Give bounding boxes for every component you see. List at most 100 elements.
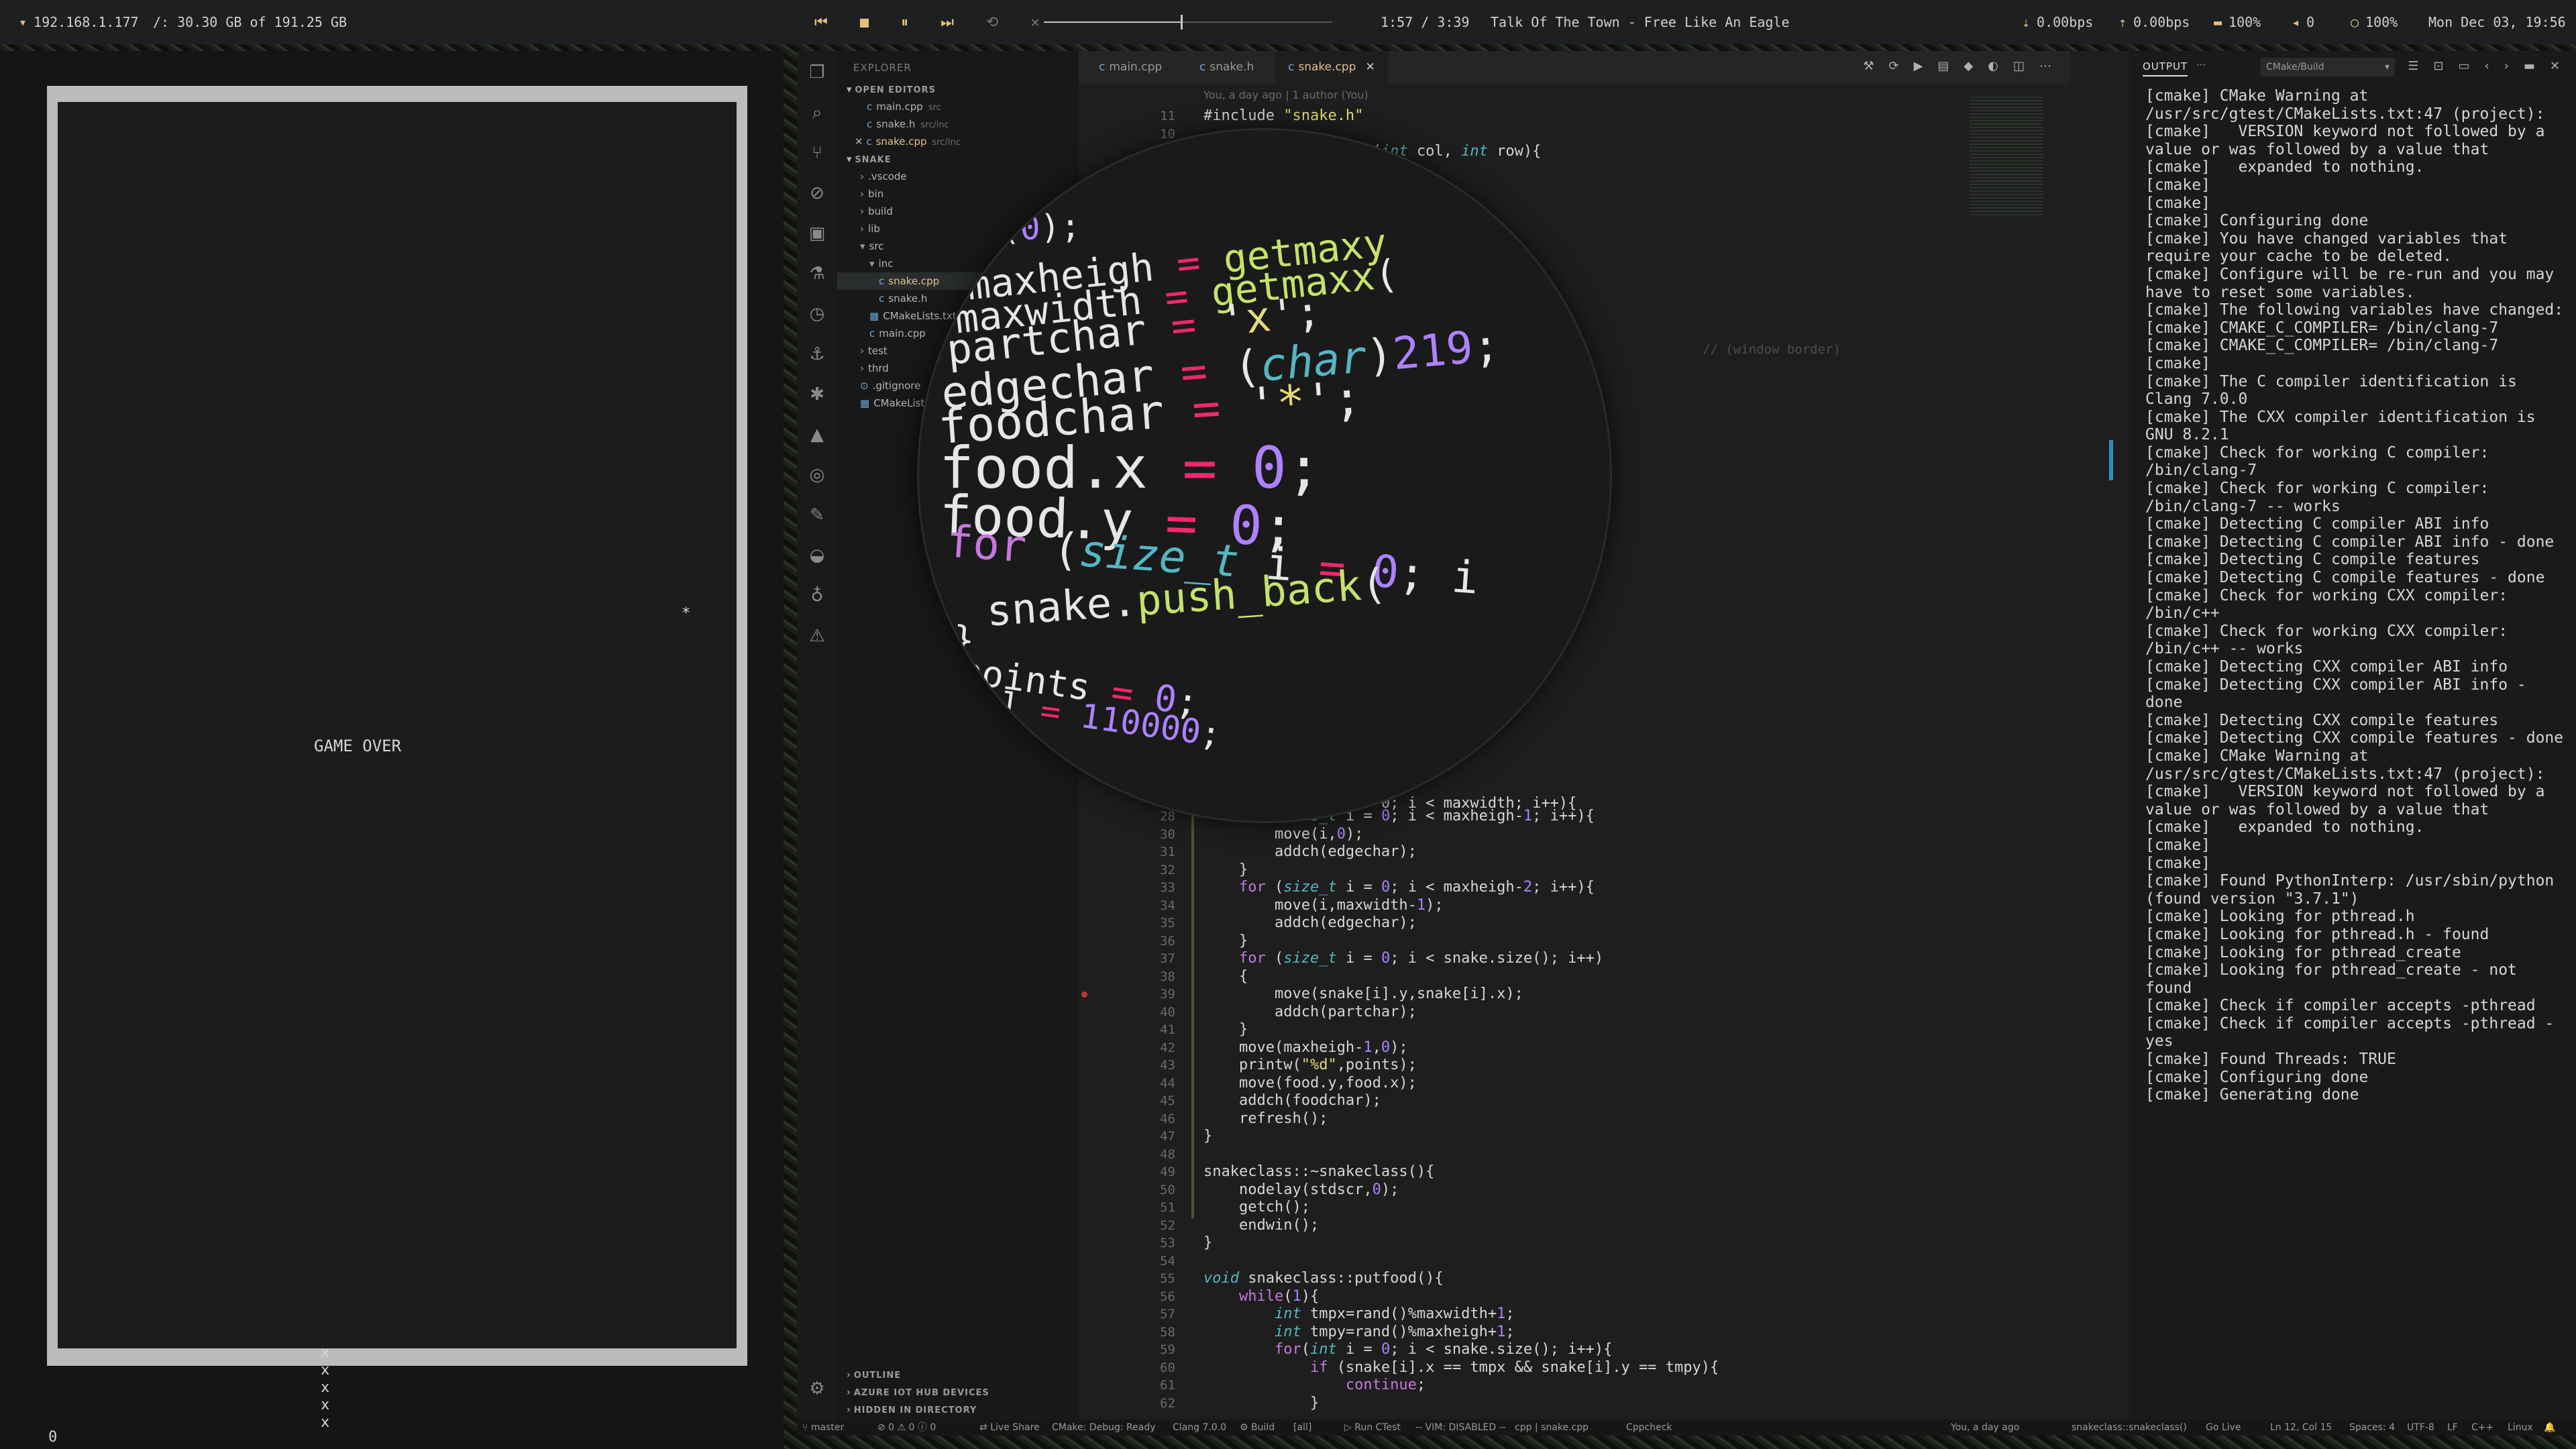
live-share-icon[interactable]: ⟳ xyxy=(1888,59,1898,73)
debug-icon[interactable]: ⊘ xyxy=(806,182,828,204)
tree-folder[interactable]: › build xyxy=(837,203,893,220)
clear-output-icon[interactable]: ▭ xyxy=(2458,59,2469,73)
tree-file[interactable]: c main.cpp xyxy=(837,325,926,342)
close-panel-icon[interactable]: ✕ xyxy=(2550,59,2560,73)
terminal-window[interactable]: * GAME OVER xxxxx 0 xyxy=(0,51,784,1449)
tree-file[interactable]: c snake.h xyxy=(837,290,927,307)
minimap[interactable] xyxy=(1970,97,2043,217)
line-number: 35 xyxy=(1160,916,1175,930)
list-filter-icon[interactable]: ☰ xyxy=(2408,59,2418,73)
volume[interactable]: ◂ 0 xyxy=(2292,0,2314,44)
cmake-status[interactable]: CMake: Debug: Ready xyxy=(1052,1419,1156,1436)
output-line: [cmake] Check for working CXX compiler: xyxy=(2145,586,2508,604)
remote-icon[interactable]: ◎ xyxy=(806,464,828,486)
preview-icon[interactable]: ◐ xyxy=(1988,59,1998,73)
maximize-panel-icon[interactable]: ▬ xyxy=(2524,59,2535,73)
tree-folder[interactable]: › thrd xyxy=(837,360,889,377)
explorer-icon[interactable]: ❐ xyxy=(806,62,828,83)
problems-counter[interactable]: ⊘ 0 ⚠ 0 ⓘ 0 xyxy=(877,1419,936,1436)
open-editors-label: OPEN EDITORS xyxy=(855,85,936,95)
more-actions-icon[interactable]: ⋯ xyxy=(2039,59,2051,73)
tree-folder[interactable]: › bin xyxy=(837,185,883,203)
shuffle-icon[interactable]: ✕ xyxy=(1030,14,1039,31)
scrollbar-marker[interactable] xyxy=(2109,440,2113,480)
extensions-icon[interactable]: ▣ xyxy=(806,223,828,244)
tree-folder[interactable]: › test xyxy=(837,342,888,360)
blame-status[interactable]: You, a day ago xyxy=(1951,1419,2019,1436)
pause-icon[interactable]: ⏸ xyxy=(901,14,908,31)
hidden-directory-section[interactable]: › HIDDEN IN DIRECTORY xyxy=(837,1401,977,1418)
bug-icon[interactable]: ✱ xyxy=(806,384,828,405)
language-mode[interactable]: C++ xyxy=(2471,1419,2493,1436)
run-icon[interactable]: ▶ xyxy=(1914,59,1923,73)
chevron-right-icon[interactable]: › xyxy=(2504,59,2509,73)
cmake-kit[interactable]: Clang 7.0.0 xyxy=(1173,1419,1226,1436)
indentation[interactable]: Spaces: 4 xyxy=(2349,1419,2395,1436)
track-progress-bar[interactable] xyxy=(1044,15,1332,30)
code-text: if (snake[i].x == tmpx && snake[i].y == … xyxy=(1309,1358,1719,1376)
source-control-icon[interactable]: ⑂ xyxy=(806,142,828,164)
live-share-button[interactable]: ⇄ Live Share xyxy=(979,1419,1040,1436)
tree-file[interactable]: ⊙ .gitignore xyxy=(837,377,920,394)
tree-folder[interactable]: › .vscode xyxy=(837,168,907,185)
code-text: move(snake[i].y,snake[i].x); xyxy=(1203,985,1523,1002)
compare-icon[interactable]: ◆ xyxy=(1964,59,1973,73)
anchor-icon[interactable]: ⚓ xyxy=(806,343,828,365)
panel-header: OUTPUT ··· CMake/Build ▾ ☰ ⊡ ▭ ‹ › ▬ ✕ xyxy=(2129,51,2576,83)
cmake-icon[interactable]: ▲ xyxy=(806,424,828,445)
breakpoint-icon[interactable] xyxy=(1081,991,1087,998)
test-icon[interactable]: ⚗ xyxy=(806,263,828,284)
go-live-button[interactable]: Go Live xyxy=(2206,1419,2241,1436)
history-icon[interactable]: ◷ xyxy=(806,303,828,325)
next-icon[interactable]: ⏭ xyxy=(941,14,954,31)
tree-file[interactable]: ▦ CMakeLists.txt xyxy=(837,307,957,325)
output-log[interactable]: [cmake] CMake Warning at/usr/src/gtest/C… xyxy=(2129,83,2576,1419)
outline-section[interactable]: › OUTLINE xyxy=(837,1366,901,1383)
settings-gear-icon[interactable]: ⚙ xyxy=(806,1378,828,1399)
git-branch[interactable]: ⑂ master xyxy=(802,1419,844,1436)
panel-more-button[interactable]: ··· xyxy=(2196,59,2206,71)
split-editor-icon[interactable]: ◫ xyxy=(2013,59,2025,73)
build-target[interactable]: [all] xyxy=(1293,1419,1311,1436)
search-icon[interactable]: ⌕ xyxy=(806,102,828,123)
code-line: 38 { xyxy=(1079,968,2018,986)
pin-icon[interactable]: ⚒ xyxy=(1863,59,1874,73)
repeat-icon[interactable]: ⟲ xyxy=(986,14,998,31)
output-channel-select[interactable]: CMake/Build ▾ xyxy=(2261,58,2395,76)
project-header[interactable]: ▾ SNAKE xyxy=(837,150,892,168)
language-file[interactable]: cpp | snake.cpp xyxy=(1515,1419,1589,1436)
game-border xyxy=(47,86,747,1366)
previous-icon[interactable]: ⏮ xyxy=(814,14,828,31)
tab-snake-cpp[interactable]: c snake.cpp ✕ xyxy=(1275,51,1389,83)
chevron-left-icon[interactable]: ‹ xyxy=(2484,59,2489,73)
lock-icon[interactable]: ⊡ xyxy=(2433,59,2443,73)
open-editor-item[interactable]: c main.cpp src xyxy=(837,98,941,115)
track-progress-knob[interactable] xyxy=(1181,15,1183,30)
tree-folder[interactable]: ▾ src xyxy=(837,237,883,255)
tab-snake-h[interactable]: c snake.h xyxy=(1186,51,1267,83)
tab-main-cpp[interactable]: c main.cpp xyxy=(1085,51,1175,83)
cursor-position[interactable]: Ln 12, Col 15 xyxy=(2270,1419,2332,1436)
warning-icon[interactable]: ⚠ xyxy=(806,625,828,647)
run-ctest-button[interactable]: ▷ Run CTest xyxy=(1344,1419,1401,1436)
tree-folder[interactable]: › lib xyxy=(837,220,880,237)
cppcheck-button[interactable]: Cppcheck xyxy=(1626,1419,1672,1436)
diff-icon[interactable]: ▤ xyxy=(1937,59,1949,73)
azure-iot-section[interactable]: › AZURE IOT HUB DEVICES xyxy=(837,1383,989,1401)
notes-icon[interactable]: ✎ xyxy=(806,504,828,526)
end-of-line[interactable]: LF xyxy=(2447,1419,2458,1436)
build-button[interactable]: ⚙ Build xyxy=(1240,1419,1275,1436)
output-line: found xyxy=(2145,979,2192,997)
profiler-icon[interactable]: ♁ xyxy=(806,585,828,606)
close-icon[interactable]: ✕ xyxy=(1365,60,1375,74)
open-editor-item[interactable]: c snake.h src/inc xyxy=(837,115,949,133)
encoding[interactable]: UTF-8 xyxy=(2407,1419,2434,1436)
docker-icon[interactable]: ◒ xyxy=(806,545,828,566)
bell-icon[interactable]: 🔔 xyxy=(2544,1419,2555,1436)
open-editors-header[interactable]: ▾ OPEN EDITORS xyxy=(837,80,936,98)
tab-output[interactable]: OUTPUT xyxy=(2143,60,2188,76)
stop-icon[interactable]: ■ xyxy=(860,14,869,31)
open-editor-item[interactable]: ✕ c snake.cpp src/inc xyxy=(837,133,961,150)
scope-status[interactable]: snakeclass::snakeclass() xyxy=(2072,1419,2187,1436)
tree-folder[interactable]: ▾ inc xyxy=(837,255,893,272)
